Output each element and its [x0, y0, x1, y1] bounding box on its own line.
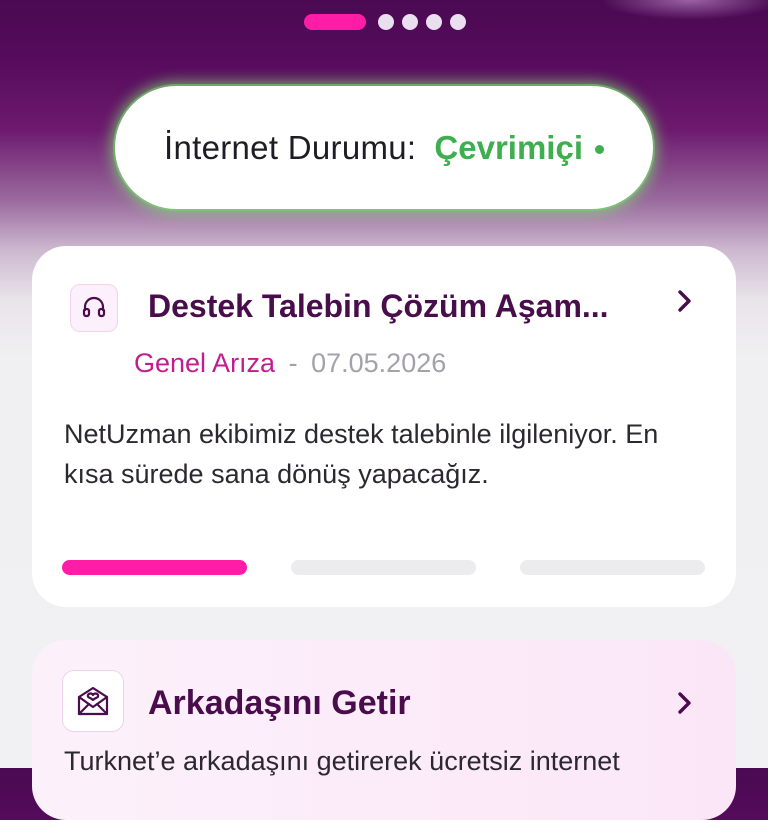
- internet-status-pill: İnternet Durumu: Çevrimiçi: [115, 86, 653, 209]
- carousel-dot[interactable]: [426, 14, 442, 30]
- progress-step-pending: [291, 560, 476, 575]
- ticket-meta-separator: -: [288, 348, 298, 378]
- ticket-category: Genel Arıza: [134, 348, 276, 378]
- internet-status-label: İnternet Durumu:: [163, 128, 417, 166]
- online-indicator-dot: [595, 145, 604, 154]
- progress-step-pending: [520, 560, 705, 575]
- support-ticket-card[interactable]: Destek Talebin Çözüm Aşam... Genel Arıza…: [32, 246, 736, 607]
- carousel-dot[interactable]: [378, 14, 394, 30]
- ticket-description: NetUzman ekibimiz destek talebinle ilgil…: [64, 419, 659, 489]
- ticket-meta: Genel Arıza - 07.05.2026: [134, 348, 446, 379]
- carousel-dot[interactable]: [450, 14, 466, 30]
- background-glow: [600, 0, 768, 20]
- internet-status-value: Çevrimiçi: [434, 128, 583, 166]
- chevron-right-icon[interactable]: [674, 688, 696, 718]
- ticket-progress-bar: [62, 560, 705, 575]
- referral-title: Arkadaşını Getir: [148, 684, 411, 722]
- progress-step-done: [62, 560, 247, 575]
- headset-icon: [70, 284, 118, 332]
- envelope-heart-icon: [62, 670, 124, 732]
- carousel-dot[interactable]: [402, 14, 418, 30]
- referral-description: Turknet’e arkadaşını getirerek ücretsiz …: [64, 746, 620, 776]
- carousel-dot-active[interactable]: [304, 14, 366, 30]
- referral-card[interactable]: Arkadaşını Getir Turknet’e arkadaşını ge…: [32, 640, 736, 820]
- chevron-right-icon[interactable]: [674, 286, 696, 316]
- ticket-title: Destek Talebin Çözüm Aşam...: [148, 288, 609, 324]
- ticket-date: 07.05.2026: [311, 348, 447, 378]
- carousel-pagination[interactable]: [304, 14, 466, 30]
